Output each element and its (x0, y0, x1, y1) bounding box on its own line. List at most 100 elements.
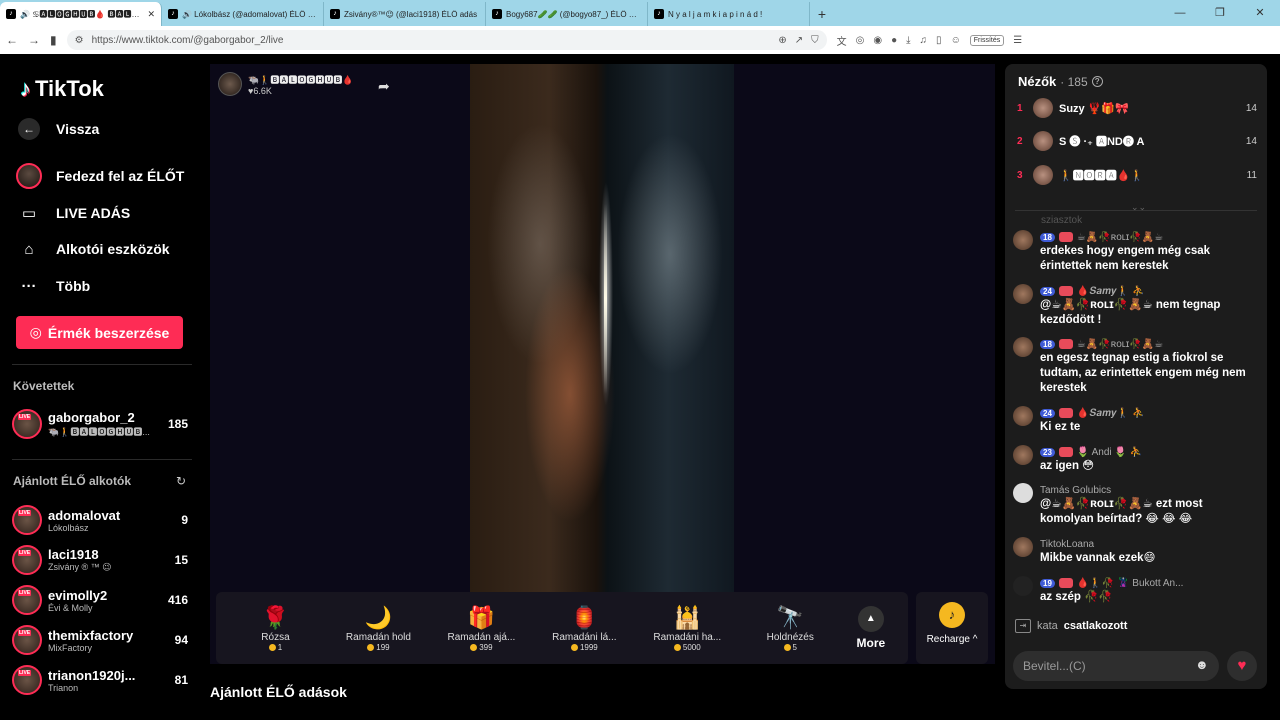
back-icon[interactable]: ← (6, 33, 18, 47)
gift-name: Ramadán hold (345, 632, 411, 643)
enter-icon: ⇥ (1015, 619, 1031, 633)
emoji-icon[interactable]: ☻ (1195, 657, 1209, 672)
more-label: More (856, 636, 886, 650)
media-icon[interactable]: ♫ (920, 35, 928, 46)
suggested-lives-title: Ajánlott ÉLŐ adások (210, 684, 347, 700)
maximize-icon[interactable]: ❐ (1200, 0, 1240, 26)
host-info[interactable]: 🐃🚶🅱🅰🅻🅾🅶🅷🆄🅱🩸 ♥6.6K (218, 72, 354, 96)
back-link[interactable]: ← Vissza (16, 118, 99, 140)
avatar[interactable] (1013, 337, 1033, 357)
avatar[interactable] (1013, 230, 1033, 250)
browser-tab-3[interactable]: ♪ Zsivány®™😉 (@laci1918) ÉLŐ adás (324, 2, 486, 26)
profile-icon[interactable]: ☺ (951, 35, 961, 46)
username[interactable]: 🩸🚶🥀 🦹 Bukott An... (1077, 578, 1184, 589)
share-page-icon[interactable]: ↗ (795, 35, 803, 46)
recharge-button[interactable]: ♪ Recharge ^ (916, 592, 988, 664)
username[interactable]: ☕🧸🥀ʀᴏʟɪ🥀🧸☕ (1077, 232, 1163, 243)
browser-tab-1[interactable]: ♪ 🔊 ♋🅰🅻🅾🅶🅷🆄🅱🩸 🅱🅰🅻🅾🅶🅷🆄🅱 ✕ (0, 2, 162, 26)
tiktok-logo[interactable]: ♪ TikTok (20, 76, 104, 102)
chat-input[interactable] (1013, 651, 1219, 681)
avatar[interactable] (1013, 445, 1033, 465)
joined-username[interactable]: kata (1037, 620, 1058, 632)
avatar (1033, 98, 1053, 118)
browser-tab-4[interactable]: ♪ Bogy687🥒🥒 (@bogyo87_) ÉLŐ adá (486, 2, 648, 26)
gift-name: Ramadáni lá... (552, 632, 617, 643)
gift-item[interactable]: 🌙 Ramadán hold 199 (327, 604, 430, 652)
more-gifts-button[interactable]: ▲ More (842, 606, 900, 650)
translate-icon[interactable]: 文 (837, 33, 847, 48)
get-coins-button[interactable]: ◎ Érmék beszerzése (16, 316, 183, 349)
share-icon[interactable]: ➦ (378, 78, 390, 95)
avatar: LIVE (12, 585, 42, 615)
avatar[interactable] (1013, 576, 1033, 596)
extension-icon[interactable]: ◉ (873, 35, 882, 46)
top-viewer-row[interactable]: 1 Suzy 🦞🎁🎀 14 (1017, 95, 1257, 121)
gift-name: Rózsa (261, 632, 290, 643)
username[interactable]: 🩸𝑺𝒂𝒎𝒚🚶 ⛹ (1077, 408, 1145, 419)
gift-price: 5 (739, 643, 842, 652)
extension-icon[interactable]: ◎ (856, 35, 865, 46)
ellipsis-icon: ··· (21, 277, 37, 295)
avatar[interactable] (1013, 406, 1033, 426)
shield-icon[interactable]: ⛉ (811, 35, 819, 46)
username[interactable]: 🩸𝑺𝒂𝒎𝒚🚶 ⛹ (1077, 286, 1145, 297)
avatar[interactable] (1013, 483, 1033, 503)
heart-icon[interactable]: ♥ (1227, 651, 1257, 681)
following-item[interactable]: LIVE gaborgabor_2 🐃🚶🅱🅰🅻🅾🅶🅷🆄🅱... 185 (12, 406, 188, 442)
gift-item[interactable]: 🎁 Ramadán ajá... 399 (430, 604, 533, 652)
site-info-icon[interactable]: ⚙ (75, 35, 84, 46)
coin-icon (570, 644, 578, 651)
nav-more[interactable]: ··· Több (16, 273, 91, 299)
creator-subtitle: Lókolbász (48, 522, 89, 533)
host-avatar[interactable] (218, 72, 242, 96)
nav-live-studio[interactable]: ▭ LIVE ADÁS (16, 200, 130, 226)
level-badge: 19 (1040, 578, 1055, 588)
refresh-button[interactable]: Frissítés (969, 34, 1005, 46)
message-text: erdekes hogy engem még csak érintettek n… (1040, 245, 1211, 272)
gift-item[interactable]: 🕌 Ramadáni ha... 5000 (636, 604, 739, 652)
close-tab-icon[interactable]: ✕ (147, 9, 155, 20)
address-bar[interactable]: ⚙ https://www.tiktok.com/@gaborgabor_2/l… (66, 30, 827, 50)
chevron-down-icon[interactable]: ⌄⌄ (1131, 202, 1146, 213)
zoom-icon[interactable]: ⊕ (778, 35, 786, 46)
suggested-item[interactable]: LIVE trianon1920j... Trianon 81 (12, 662, 188, 698)
tiktok-note-icon: ♪ (20, 76, 31, 101)
house-icon: ⌂ (24, 240, 34, 258)
browser-tab-2[interactable]: ♪ 🔊 Lókolbász (@adomalovat) ÉLŐ adá (162, 2, 324, 26)
suggested-item[interactable]: LIVE themixfactory MixFactory 94 (12, 622, 188, 658)
gift-item[interactable]: 🌹 Rózsa 1 (224, 604, 327, 652)
minimize-icon[interactable]: — (1160, 0, 1200, 26)
top-viewer-row[interactable]: 2 S 🅢 ·₊ 🅰ND🅡 A 14 (1017, 128, 1257, 154)
download-icon[interactable]: ⤓ (906, 35, 910, 46)
gift-item[interactable]: 🔭 Holdnézés 5 (739, 604, 842, 652)
avatar[interactable] (1013, 284, 1033, 304)
username[interactable]: TiktokLoana (1040, 539, 1094, 550)
bookmark-icon[interactable]: ▮ (50, 33, 57, 47)
new-tab-button[interactable]: + (810, 2, 834, 26)
extension-icon[interactable]: ● (891, 35, 897, 46)
top-viewer-row[interactable]: 3 🚶🅽🅾🆁🅰🩸🚶 11 (1017, 162, 1257, 188)
creator-name: gaborgabor_2 (48, 410, 135, 425)
username[interactable]: 🌷 Andi 🌷 ⛹ (1077, 447, 1142, 458)
username[interactable]: Tamás Golubics (1040, 485, 1111, 496)
gift-item[interactable]: 🏮 Ramadáni lá... 1999 (533, 604, 636, 652)
suggested-item[interactable]: LIVE evimolly2 Évi & Molly 416 (12, 582, 188, 618)
refresh-icon[interactable]: ↻ (176, 474, 186, 488)
close-window-icon[interactable]: ✕ (1240, 0, 1280, 26)
forward-icon[interactable]: → (28, 33, 40, 47)
question-icon[interactable]: ? (1091, 76, 1103, 87)
gift-bar: 🌹 Rózsa 1 🌙 Ramadán hold 199 🎁 Ramadán a… (216, 592, 908, 664)
suggested-item[interactable]: LIVE adomalovat Lókolbász 9 (12, 502, 188, 538)
chat-panel: Nézők · 185 ? 1 Suzy 🦞🎁🎀 14 2 S 🅢 ·₊ 🅰ND… (1005, 64, 1267, 689)
username[interactable]: ☕🧸🥀ʀᴏʟɪ🥀🧸☕ (1077, 339, 1163, 350)
nav-creator-tools[interactable]: ⌂ Alkotói eszközök (16, 236, 169, 262)
sidebar-icon[interactable]: ▯ (936, 35, 942, 46)
suggested-item[interactable]: LIVE laci1918 Zsivány ® ™ 😉 15 (12, 542, 188, 578)
browser-tab-5[interactable]: ♪ N y a l j a m k i a p i n á d ! (648, 2, 810, 26)
nav-explore-live[interactable]: Fedezd fel az ÉLŐT (16, 163, 184, 189)
live-video[interactable] (470, 64, 734, 592)
avatar[interactable] (1013, 537, 1033, 557)
creator-name: adomalovat (48, 507, 121, 523)
menu-icon[interactable]: ☰ (1013, 35, 1022, 46)
viewer-name: S 🅢 ·₊ 🅰ND🅡 A (1059, 136, 1145, 148)
